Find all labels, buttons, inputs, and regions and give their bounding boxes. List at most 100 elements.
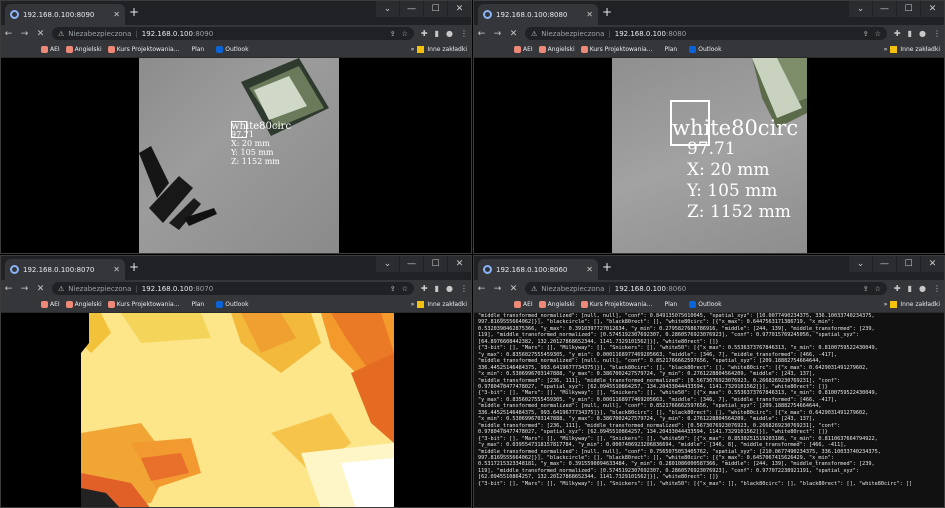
dropdown-icon[interactable]: ⌄ xyxy=(376,1,399,17)
bookmark-outlook[interactable]: Outlook xyxy=(689,301,722,308)
bookmark-angielski[interactable]: Angielski xyxy=(65,301,102,308)
new-tab-button[interactable]: + xyxy=(602,260,612,274)
tab-8080[interactable]: 192.168.0.100:8080 ✕ xyxy=(478,4,598,25)
other-bookmarks[interactable]: » Inne zakładki xyxy=(411,46,467,53)
bookmark-kurs[interactable]: Kurs Projektowania... xyxy=(107,46,179,53)
bookmark-aei[interactable]: AEI xyxy=(514,301,533,308)
bookmarks-bar: AEI Angielski Kurs Projektowania... Plan… xyxy=(474,297,944,313)
minimize-button[interactable]: — xyxy=(400,1,423,17)
tab-8070[interactable]: 192.168.0.100:8070 ✕ xyxy=(5,259,125,280)
url-host: 192.168.0.100 xyxy=(614,29,666,38)
address-bar[interactable]: ⚠ Niezabezpieczona | 192.168.0.100:8070 ⇪ ☆ xyxy=(52,282,414,295)
star-icon[interactable]: ☆ xyxy=(402,285,408,293)
maximize-button[interactable]: ☐ xyxy=(897,1,920,17)
tab-8060[interactable]: 192.168.0.100:8060 ✕ xyxy=(478,259,598,280)
bookmark-angielski[interactable]: Angielski xyxy=(538,46,575,53)
tab-close-icon[interactable]: ✕ xyxy=(113,265,120,274)
address-bar[interactable]: ⚠ Niezabezpieczona | 192.168.0.100:8080 ⇪ ☆ xyxy=(525,27,887,40)
new-tab-button[interactable]: + xyxy=(602,5,612,19)
profile-icon[interactable]: ● xyxy=(919,29,926,38)
menu-icon[interactable]: ⋮ xyxy=(933,29,941,38)
extensions-icon[interactable]: ✚ xyxy=(421,29,428,38)
bookmark-plan[interactable]: Plan xyxy=(664,301,677,308)
stop-icon[interactable]: ✕ xyxy=(509,29,518,39)
bookmark-angielski[interactable]: Angielski xyxy=(65,46,102,53)
extensions-icon[interactable]: ✚ xyxy=(894,29,901,38)
back-icon[interactable]: ← xyxy=(477,284,486,294)
star-icon[interactable]: ☆ xyxy=(875,30,881,38)
tab-8090[interactable]: 192.168.0.100:8090 ✕ xyxy=(5,4,125,25)
address-bar[interactable]: ⚠ Niezabezpieczona | 192.168.0.100:8060 ⇪ ☆ xyxy=(525,282,887,295)
dropdown-icon[interactable]: ⌄ xyxy=(849,256,872,272)
menu-icon[interactable]: ⋮ xyxy=(460,284,468,293)
minimize-button[interactable]: — xyxy=(400,256,423,272)
forward-icon[interactable]: → xyxy=(493,284,502,294)
share-icon[interactable]: ⇪ xyxy=(863,285,869,293)
bookmark-plan[interactable]: Plan xyxy=(191,46,204,53)
tab-close-icon[interactable]: ✕ xyxy=(113,10,120,19)
back-icon[interactable]: ← xyxy=(477,29,486,39)
loading-icon xyxy=(10,10,19,19)
star-icon[interactable]: ☆ xyxy=(875,285,881,293)
bookmark-aei[interactable]: AEI xyxy=(41,46,60,53)
sidepanel-icon[interactable]: ▮ xyxy=(435,284,439,293)
sidepanel-icon[interactable]: ▮ xyxy=(435,29,439,38)
menu-icon[interactable]: ⋮ xyxy=(460,29,468,38)
close-button[interactable]: ✕ xyxy=(448,256,471,272)
profile-icon[interactable]: ● xyxy=(919,284,926,293)
share-icon[interactable]: ⇪ xyxy=(390,285,396,293)
dropdown-icon[interactable]: ⌄ xyxy=(376,256,399,272)
other-bookmarks[interactable]: » Inne zakładki xyxy=(411,301,467,308)
bookmark-angielski[interactable]: Angielski xyxy=(538,301,575,308)
minimize-button[interactable]: — xyxy=(873,1,896,17)
forward-icon[interactable]: → xyxy=(20,284,29,294)
warning-icon: ⚠ xyxy=(531,29,538,38)
bookmark-kurs[interactable]: Kurs Projektowania... xyxy=(107,301,179,308)
sidepanel-icon[interactable]: ▮ xyxy=(908,29,912,38)
stop-icon[interactable]: ✕ xyxy=(36,284,45,294)
extensions-icon[interactable]: ✚ xyxy=(894,284,901,293)
detection-z: Z: 1152 mm xyxy=(231,157,280,166)
new-tab-button[interactable]: + xyxy=(129,260,139,274)
bookmark-kurs[interactable]: Kurs Projektowania... xyxy=(580,46,652,53)
other-bookmarks[interactable]: » Inne zakładki xyxy=(884,46,940,53)
close-button[interactable]: ✕ xyxy=(448,1,471,17)
stop-icon[interactable]: ✕ xyxy=(509,284,518,294)
other-bookmarks[interactable]: » Inne zakładki xyxy=(884,301,940,308)
bookmark-aei[interactable]: AEI xyxy=(41,301,60,308)
security-label: Niezabezpieczona xyxy=(541,284,605,293)
dropdown-icon[interactable]: ⌄ xyxy=(849,1,872,17)
minimize-button[interactable]: — xyxy=(873,256,896,272)
bookmark-outlook[interactable]: Outlook xyxy=(216,46,249,53)
bookmark-outlook[interactable]: Outlook xyxy=(216,301,249,308)
tab-close-icon[interactable]: ✕ xyxy=(586,265,593,274)
tab-title: 192.168.0.100:8090 xyxy=(23,10,95,19)
forward-icon[interactable]: → xyxy=(20,29,29,39)
warning-icon: ⚠ xyxy=(58,29,65,38)
star-icon[interactable]: ☆ xyxy=(402,30,408,38)
profile-icon[interactable]: ● xyxy=(446,29,453,38)
back-icon[interactable]: ← xyxy=(4,29,13,39)
new-tab-button[interactable]: + xyxy=(129,5,139,19)
share-icon[interactable]: ⇪ xyxy=(863,30,869,38)
close-button[interactable]: ✕ xyxy=(921,1,944,17)
share-icon[interactable]: ⇪ xyxy=(390,30,396,38)
extensions-icon[interactable]: ✚ xyxy=(421,284,428,293)
bookmark-kurs[interactable]: Kurs Projektowania... xyxy=(580,301,652,308)
bookmark-outlook[interactable]: Outlook xyxy=(689,46,722,53)
forward-icon[interactable]: → xyxy=(493,29,502,39)
bookmark-aei[interactable]: AEI xyxy=(514,46,533,53)
stop-icon[interactable]: ✕ xyxy=(36,29,45,39)
bookmark-plan[interactable]: Plan xyxy=(664,46,677,53)
maximize-button[interactable]: ☐ xyxy=(897,256,920,272)
sidepanel-icon[interactable]: ▮ xyxy=(908,284,912,293)
address-bar[interactable]: ⚠ Niezabezpieczona | 192.168.0.100:8090 ⇪ ☆ xyxy=(52,27,414,40)
bookmark-plan[interactable]: Plan xyxy=(191,301,204,308)
tab-close-icon[interactable]: ✕ xyxy=(586,10,593,19)
maximize-button[interactable]: ☐ xyxy=(424,256,447,272)
menu-icon[interactable]: ⋮ xyxy=(933,284,941,293)
profile-icon[interactable]: ● xyxy=(446,284,453,293)
close-button[interactable]: ✕ xyxy=(921,256,944,272)
maximize-button[interactable]: ☐ xyxy=(424,1,447,17)
back-icon[interactable]: ← xyxy=(4,284,13,294)
